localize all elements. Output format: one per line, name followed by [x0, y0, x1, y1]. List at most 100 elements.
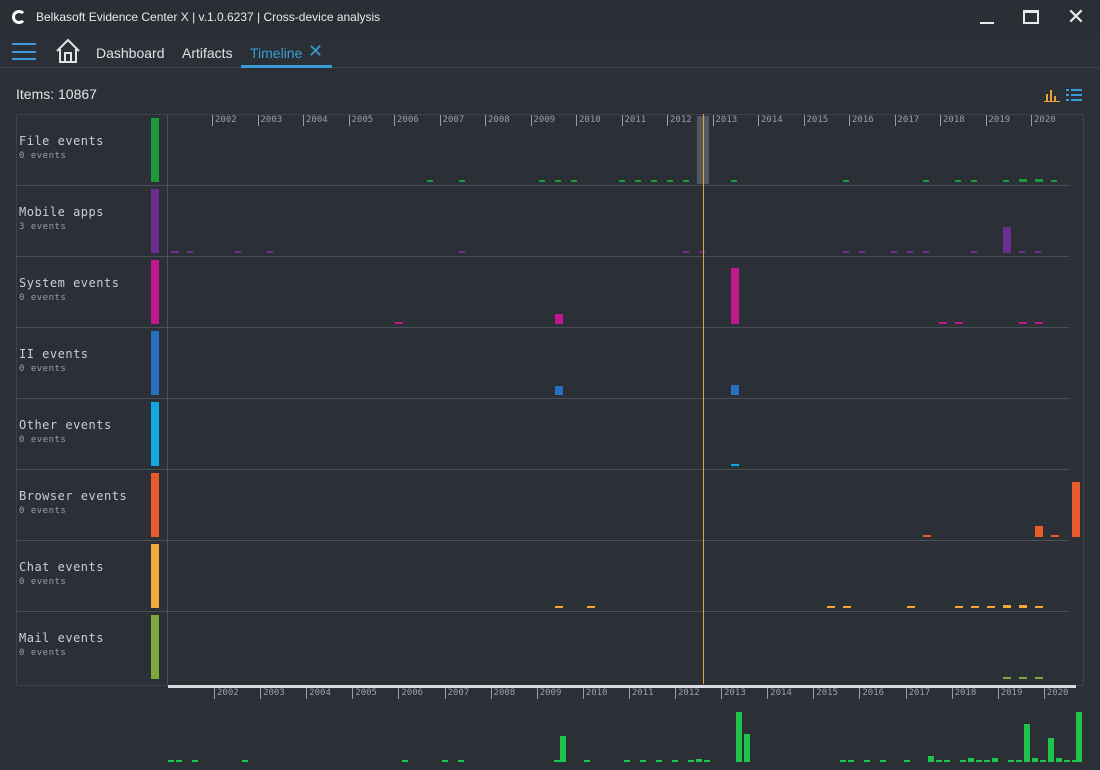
- event-mark[interactable]: [171, 251, 179, 253]
- event-mark[interactable]: [1035, 251, 1041, 253]
- event-mark[interactable]: [587, 606, 595, 608]
- tab-timeline[interactable]: Timeline: [250, 45, 302, 61]
- event-mark[interactable]: [1003, 605, 1011, 608]
- event-mark[interactable]: [923, 180, 929, 182]
- event-mark[interactable]: [731, 268, 739, 324]
- event-mark[interactable]: [731, 464, 739, 466]
- overview-bar: [560, 736, 566, 762]
- maximize-button[interactable]: [1016, 5, 1046, 29]
- event-mark[interactable]: [1035, 677, 1043, 679]
- year-tick-top-2009: 2009: [530, 115, 555, 126]
- bar-chart-icon[interactable]: [1044, 88, 1060, 102]
- overview-scrollbar[interactable]: [168, 685, 1076, 688]
- event-mark[interactable]: [683, 180, 689, 182]
- event-mark[interactable]: [267, 251, 273, 253]
- home-icon[interactable]: [54, 37, 82, 65]
- event-mark[interactable]: [891, 251, 897, 253]
- close-tab-icon[interactable]: ✕: [308, 41, 323, 62]
- event-mark[interactable]: [971, 180, 977, 182]
- row-color-swatch: [151, 118, 159, 182]
- event-mark[interactable]: [859, 251, 865, 253]
- event-mark[interactable]: [939, 322, 947, 324]
- event-mark[interactable]: [395, 322, 403, 324]
- year-tick-top-2002: 2002: [212, 115, 237, 126]
- event-mark[interactable]: [1003, 180, 1009, 182]
- overview-bar: [696, 759, 702, 762]
- row-color-swatch: [151, 473, 159, 537]
- year-tick-top-2020: 2020: [1031, 115, 1056, 126]
- close-window-button[interactable]: ✕: [1061, 5, 1091, 29]
- event-mark[interactable]: [955, 322, 963, 324]
- event-mark[interactable]: [1003, 677, 1011, 679]
- overview-bar: [458, 760, 464, 762]
- event-mark[interactable]: [571, 180, 577, 182]
- overview-bar: [880, 760, 886, 762]
- event-mark[interactable]: [683, 251, 689, 253]
- event-mark[interactable]: [667, 180, 673, 182]
- event-mark[interactable]: [843, 606, 851, 608]
- event-mark[interactable]: [235, 251, 241, 253]
- event-mark[interactable]: [955, 606, 963, 608]
- tab-artifacts[interactable]: Artifacts: [182, 45, 233, 61]
- event-mark[interactable]: [1072, 482, 1080, 537]
- event-mark[interactable]: [555, 386, 563, 395]
- hamburger-icon[interactable]: [12, 43, 36, 60]
- overview-histogram[interactable]: [168, 700, 1084, 762]
- event-mark[interactable]: [1035, 179, 1043, 182]
- event-mark[interactable]: [923, 251, 929, 253]
- overview-bar: [192, 760, 198, 762]
- event-mark[interactable]: [459, 251, 465, 253]
- overview-bar: [944, 760, 950, 762]
- row-name: Other events: [19, 418, 112, 432]
- event-mark[interactable]: [427, 180, 433, 182]
- event-mark[interactable]: [1019, 322, 1027, 324]
- event-mark[interactable]: [1035, 322, 1043, 324]
- event-mark[interactable]: [555, 180, 561, 182]
- overview-bar: [1076, 712, 1082, 762]
- event-mark[interactable]: [731, 385, 739, 395]
- event-mark[interactable]: [907, 606, 915, 608]
- overview-bar: [736, 712, 742, 762]
- event-mark[interactable]: [827, 606, 835, 608]
- event-mark[interactable]: [1035, 606, 1043, 608]
- event-mark[interactable]: [539, 180, 545, 182]
- event-mark[interactable]: [187, 251, 193, 253]
- event-mark[interactable]: [987, 606, 995, 608]
- row-event-count: 3 events: [19, 222, 67, 232]
- event-mark[interactable]: [651, 180, 657, 182]
- year-tick-bottom-2007: 2007: [444, 688, 469, 699]
- overview-bar: [984, 760, 990, 762]
- event-mark[interactable]: [955, 180, 961, 182]
- list-icon[interactable]: [1066, 88, 1082, 102]
- event-mark[interactable]: [619, 180, 625, 182]
- event-mark[interactable]: [555, 606, 563, 608]
- overview-bar: [840, 760, 846, 762]
- event-mark[interactable]: [1035, 526, 1043, 537]
- overview-bar: [704, 760, 710, 762]
- tab-dashboard[interactable]: Dashboard: [96, 45, 165, 61]
- event-mark[interactable]: [971, 606, 979, 608]
- event-mark[interactable]: [907, 251, 913, 253]
- event-mark[interactable]: [971, 251, 977, 253]
- event-mark[interactable]: [555, 314, 563, 324]
- event-mark[interactable]: [1003, 227, 1011, 253]
- items-count: Items: 10867: [16, 86, 97, 102]
- year-tick-bottom-2006: 2006: [398, 688, 423, 699]
- event-mark[interactable]: [1051, 535, 1059, 537]
- event-mark[interactable]: [459, 180, 465, 182]
- time-cursor[interactable]: [703, 114, 704, 684]
- event-mark[interactable]: [1019, 605, 1027, 608]
- overview-bar: [1032, 758, 1038, 762]
- minimize-button[interactable]: [972, 5, 1002, 29]
- event-mark[interactable]: [1051, 180, 1057, 182]
- event-mark[interactable]: [731, 180, 737, 182]
- event-mark[interactable]: [635, 180, 641, 182]
- overview-bar: [168, 760, 174, 762]
- event-mark[interactable]: [843, 251, 849, 253]
- event-mark[interactable]: [843, 180, 849, 182]
- event-mark[interactable]: [1019, 251, 1025, 253]
- event-mark[interactable]: [923, 535, 931, 537]
- event-mark[interactable]: [1019, 677, 1027, 679]
- event-mark[interactable]: [699, 251, 705, 253]
- event-mark[interactable]: [1019, 179, 1027, 182]
